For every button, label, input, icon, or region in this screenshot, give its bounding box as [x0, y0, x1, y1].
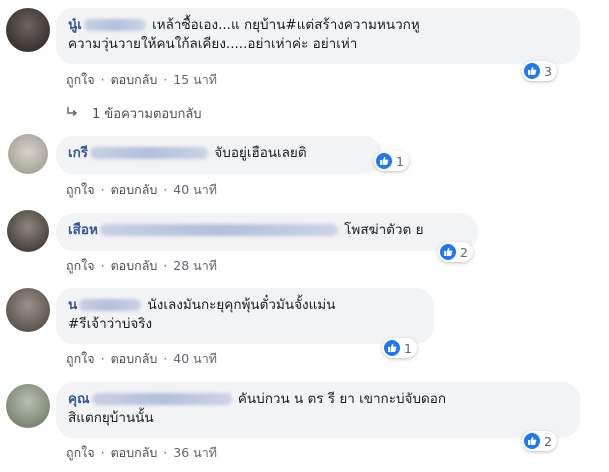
reaction-number: 2 — [460, 244, 468, 260]
reply-link[interactable]: ตอบกลับ — [111, 180, 158, 200]
comment-text-line2: #รีเจ้าว่าบ่จริง — [68, 316, 153, 332]
comment-author[interactable]: น — [68, 297, 77, 313]
comment-actions: ถูกใจ · ตอบกลับ · 15 นาที — [66, 70, 217, 90]
reaction-count[interactable]: 1 — [382, 338, 417, 358]
comment-actions: ถูกใจ · ตอบกลับ · 40 นาที — [66, 180, 217, 200]
avatar[interactable] — [6, 384, 50, 428]
comment-text-line2: ความวุ่นวายให้คนใก้ลเคียง.....อย่าเห่าค่… — [68, 36, 358, 52]
like-link[interactable]: ถูกใจ — [66, 443, 95, 463]
reaction-number: 1 — [404, 340, 412, 356]
comment-bubble: นู๋เ เหล้าซื้อเอง...แ กยุบ้าน#แต่สร้างคว… — [56, 8, 580, 64]
reaction-count[interactable]: 2 — [522, 431, 557, 451]
view-replies-link[interactable]: 1 ข้อความตอบกลับ — [66, 103, 202, 124]
comment-author[interactable]: คุณ — [68, 391, 90, 407]
reaction-number: 1 — [396, 153, 404, 169]
blurred-name — [79, 299, 142, 311]
comment-text: เหล้าซื้อเอง...แ กยุบ้าน#แต่สร้างความหนว… — [152, 17, 420, 33]
separator-dot: · — [100, 351, 105, 366]
reaction-count[interactable]: 1 — [374, 151, 409, 171]
avatar[interactable] — [6, 288, 50, 332]
comment-actions: ถูกใจ · ตอบกลับ · 36 นาที — [66, 443, 217, 463]
separator-dot: · — [100, 258, 105, 273]
comment-time[interactable]: 28 นาที — [173, 256, 217, 276]
like-link[interactable]: ถูกใจ — [66, 349, 95, 369]
separator-dot: · — [163, 445, 168, 460]
like-link[interactable]: ถูกใจ — [66, 70, 95, 90]
comment-time[interactable]: 40 นาที — [173, 349, 217, 369]
separator-dot: · — [163, 182, 168, 197]
reply-link[interactable]: ตอบกลับ — [111, 70, 158, 90]
comment-text: นังเลงมันกะยุคุกพุ้นตั๋วมันจั้งแม่น — [147, 297, 336, 313]
comment-text-line2: สิแตกยุบ้านนั้น — [68, 410, 154, 426]
blurred-name — [91, 393, 232, 405]
comment-bubble: เกรี จับอยู่เฮือนเลยติ — [56, 136, 382, 174]
reaction-count[interactable]: 3 — [522, 61, 557, 81]
thumbs-up-icon — [440, 244, 456, 260]
comment-bubble: คุณ คันบ่กวน น ตร รี ยา เขากะบ่จับดอก สิ… — [56, 382, 580, 438]
avatar[interactable] — [7, 210, 49, 252]
comment-author[interactable]: เกรี — [68, 145, 88, 161]
reply-arrow-icon — [66, 106, 78, 122]
reply-link[interactable]: ตอบกลับ — [111, 256, 158, 276]
separator-dot: · — [163, 72, 168, 87]
separator-dot: · — [100, 72, 105, 87]
comment-actions: ถูกใจ · ตอบกลับ · 28 นาที — [66, 256, 217, 276]
like-link[interactable]: ถูกใจ — [66, 256, 95, 276]
reaction-count[interactable]: 2 — [438, 242, 473, 262]
like-link[interactable]: ถูกใจ — [66, 180, 95, 200]
blurred-name — [90, 147, 209, 159]
comment-author[interactable]: นู๋เ — [68, 17, 82, 33]
comment-time[interactable]: 40 นาที — [173, 180, 217, 200]
comment-bubble: น นังเลงมันกะยุคุกพุ้นตั๋วมันจั้งแม่น #ร… — [56, 288, 434, 344]
reply-link[interactable]: ตอบกลับ — [111, 349, 158, 369]
thumbs-up-icon — [376, 153, 392, 169]
comment-bubble: เสือห โพสฆ่าตัวต ย — [56, 213, 478, 251]
reaction-number: 3 — [544, 63, 552, 79]
comment-time[interactable]: 36 นาที — [173, 443, 217, 463]
comment-actions: ถูกใจ · ตอบกลับ · 40 นาที — [66, 349, 217, 369]
avatar[interactable] — [8, 134, 48, 174]
avatar[interactable] — [6, 8, 50, 52]
thumbs-up-icon — [524, 433, 540, 449]
reply-link[interactable]: ตอบกลับ — [111, 443, 158, 463]
thumbs-up-icon — [384, 340, 400, 356]
separator-dot: · — [163, 351, 168, 366]
separator-dot: · — [163, 258, 168, 273]
replies-link-text[interactable]: 1 ข้อความตอบกลับ — [92, 103, 202, 124]
reaction-number: 2 — [544, 433, 552, 449]
thumbs-up-icon — [524, 63, 540, 79]
blurred-name — [83, 19, 146, 31]
comment-text: โพสฆ่าตัวต ย — [344, 222, 424, 238]
comment-time[interactable]: 15 นาที — [173, 70, 217, 90]
separator-dot: · — [100, 445, 105, 460]
comment-text: จับอยู่เฮือนเลยติ — [214, 145, 307, 161]
comment-text: คันบ่กวน น ตร รี ยา เขากะบ่จับดอก — [237, 391, 447, 407]
blurred-name — [99, 224, 338, 236]
separator-dot: · — [100, 182, 105, 197]
comment-author[interactable]: เสือห — [68, 222, 98, 238]
